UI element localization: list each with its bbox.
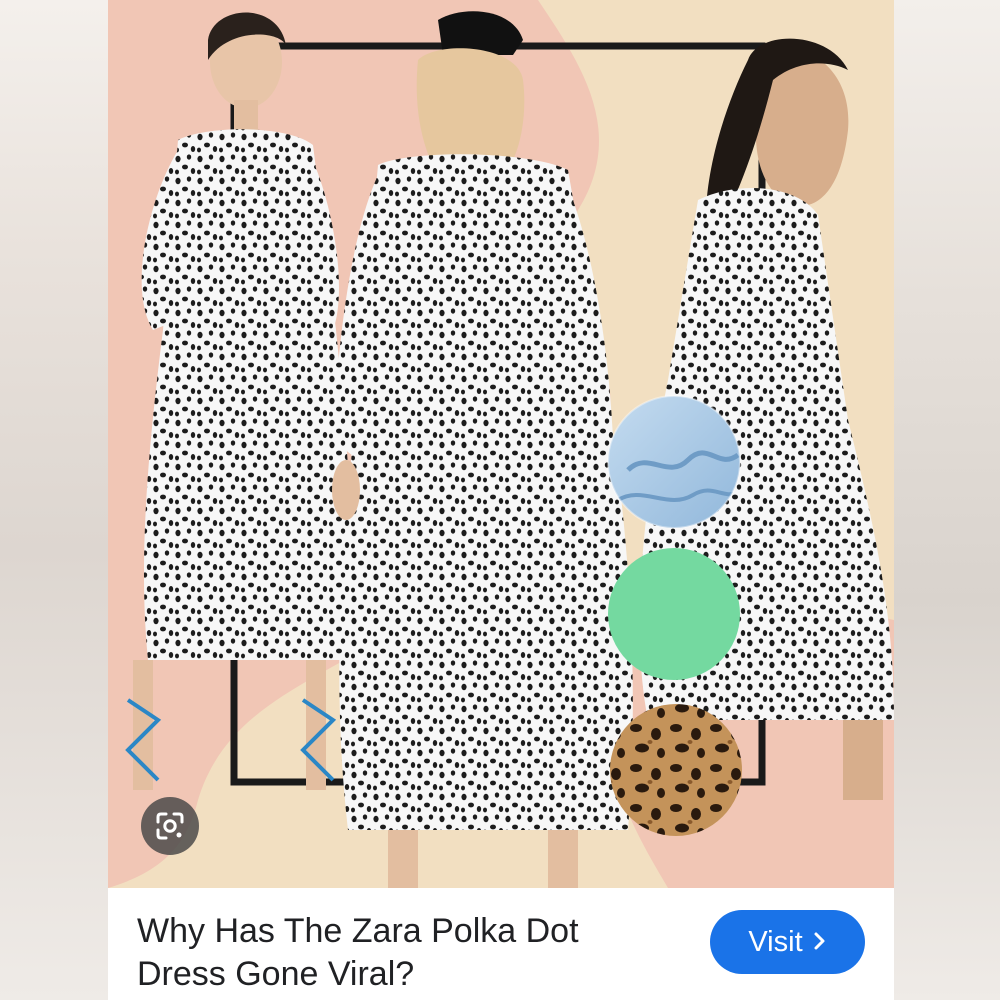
chevron-right-icon xyxy=(813,929,827,955)
result-caption: Why Has The Zara Polka Dot Dress Gone Vi… xyxy=(108,888,894,1000)
result-image[interactable] xyxy=(108,0,894,888)
visit-button[interactable]: Visit xyxy=(710,910,865,974)
google-lens-icon xyxy=(156,812,184,840)
left-blurred-backdrop xyxy=(0,0,108,1000)
google-lens-button[interactable] xyxy=(141,797,199,855)
fashion-collage xyxy=(108,0,894,888)
visit-button-label: Visit xyxy=(748,925,803,958)
result-title-line1[interactable]: Why Has The Zara Polka Dot xyxy=(137,912,579,950)
image-result-card[interactable]: Why Has The Zara Polka Dot Dress Gone Vi… xyxy=(108,0,894,1000)
right-blurred-backdrop xyxy=(894,0,1000,1000)
result-title[interactable]: Why Has The Zara Polka Dot Dress Gone Vi… xyxy=(137,910,657,996)
result-title-line2[interactable]: Dress Gone Viral? xyxy=(137,955,414,993)
